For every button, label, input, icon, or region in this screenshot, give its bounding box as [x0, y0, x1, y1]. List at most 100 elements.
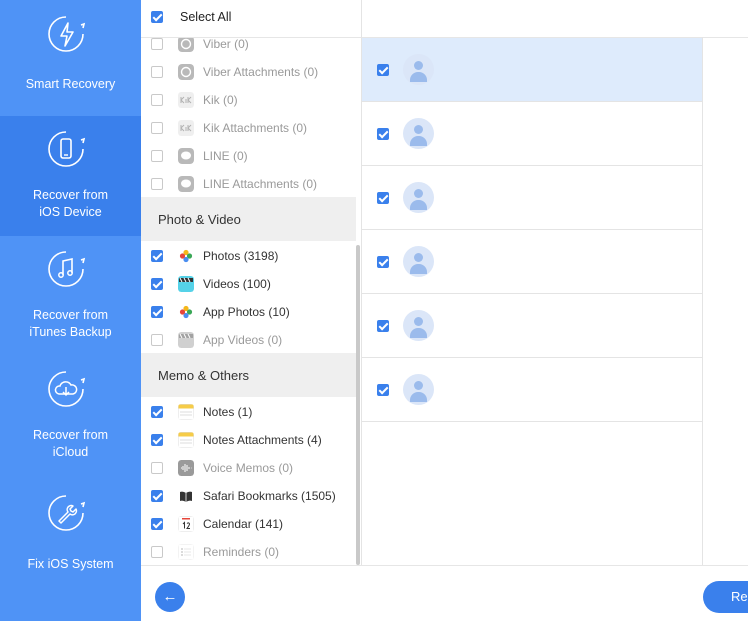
item-row[interactable] — [362, 230, 702, 294]
select-all-bar[interactable]: Select All — [141, 0, 361, 38]
reminders-icon — [178, 544, 194, 560]
viber-icon — [178, 36, 194, 52]
nav-smart-recovery[interactable]: Smart Recovery — [0, 0, 141, 116]
items-divider — [702, 37, 703, 565]
photos-icon — [178, 248, 194, 264]
section-title: Memo & Others — [158, 368, 250, 383]
section-title: Photo & Video — [158, 212, 241, 227]
category-videos[interactable]: Videos (100) — [141, 270, 357, 298]
checkbox[interactable] — [151, 306, 163, 318]
category-label: Videos (100) — [203, 277, 271, 291]
checkbox[interactable] — [151, 38, 163, 50]
category-label: Viber (0) — [203, 37, 249, 51]
checkbox[interactable] — [151, 462, 163, 474]
nav-recover-icloud[interactable]: Recover from iCloud — [0, 356, 141, 476]
category-kik-attachments[interactable]: Kik Attachments (0) — [141, 114, 357, 142]
sidebar: Smart Recovery Recover from iOS Device R… — [0, 0, 141, 621]
line-icon — [178, 176, 194, 192]
checkbox[interactable] — [151, 334, 163, 346]
checkbox[interactable] — [151, 518, 163, 530]
category-label: Notes (1) — [203, 405, 253, 419]
select-all-checkbox[interactable] — [151, 11, 163, 23]
back-button[interactable]: ← — [155, 582, 185, 612]
checkbox[interactable] — [151, 66, 163, 78]
category-calendar[interactable]: Calendar (141) — [141, 510, 357, 538]
category-notes[interactable]: Notes (1) — [141, 398, 357, 426]
checkbox[interactable] — [151, 250, 163, 262]
item-row[interactable] — [362, 294, 702, 358]
section-header-memo-others: Memo & Others — [141, 353, 356, 397]
item-checkbox[interactable] — [377, 320, 389, 332]
line-icon — [178, 148, 194, 164]
category-reminders[interactable]: Reminders (0) — [141, 538, 357, 565]
item-row[interactable] — [362, 358, 702, 422]
checkbox[interactable] — [151, 94, 163, 106]
kik-icon — [178, 120, 194, 136]
photos-icon — [178, 304, 194, 320]
calendar-icon — [178, 516, 194, 532]
contact-avatar-icon — [403, 54, 434, 85]
category-line-attachments[interactable]: LINE Attachments (0) — [141, 170, 357, 198]
category-scrollbar[interactable] — [356, 245, 360, 565]
nav-label-line1: Recover from — [32, 188, 109, 202]
category-voice-memos[interactable]: Voice Memos (0) — [141, 454, 357, 482]
category-line[interactable]: LINE (0) — [141, 142, 357, 170]
checkbox[interactable] — [151, 434, 163, 446]
recover-button[interactable]: Recover — [703, 581, 748, 613]
viber-icon — [178, 64, 194, 80]
items-header — [362, 0, 748, 38]
nav-recover-itunes-backup[interactable]: Recover from iTunes Backup — [0, 236, 141, 356]
category-label: Safari Bookmarks (1505) — [203, 489, 336, 503]
item-row[interactable] — [362, 102, 702, 166]
notes-icon — [178, 432, 194, 448]
nav-recover-ios-device[interactable]: Recover from iOS Device — [0, 116, 141, 236]
nav-label-line1: Recover from — [32, 308, 109, 322]
category-photos[interactable]: Photos (3198) — [141, 242, 357, 270]
videos-icon — [178, 276, 194, 292]
category-label: Viber Attachments (0) — [203, 65, 319, 79]
notes-icon — [178, 404, 194, 420]
category-app-videos[interactable]: App Videos (0) — [141, 326, 357, 354]
checkbox[interactable] — [151, 406, 163, 418]
category-label: LINE (0) — [203, 149, 248, 163]
checkbox[interactable] — [151, 150, 163, 162]
item-checkbox[interactable] — [377, 192, 389, 204]
item-checkbox[interactable] — [377, 384, 389, 396]
category-safari-bookmarks[interactable]: Safari Bookmarks (1505) — [141, 482, 357, 510]
item-checkbox[interactable] — [377, 256, 389, 268]
lightning-refresh-icon — [48, 16, 86, 52]
category-viber-attachments[interactable]: Viber Attachments (0) — [141, 58, 357, 86]
contact-avatar-icon — [403, 118, 434, 149]
item-checkbox[interactable] — [377, 64, 389, 76]
category-label: Kik Attachments (0) — [203, 121, 308, 135]
item-checkbox[interactable] — [377, 128, 389, 140]
kik-icon — [178, 92, 194, 108]
checkbox[interactable] — [151, 490, 163, 502]
item-row[interactable] — [362, 166, 702, 230]
contact-avatar-icon — [403, 246, 434, 277]
nav-fix-ios-system[interactable]: Fix iOS System — [0, 476, 141, 596]
checkbox[interactable] — [151, 546, 163, 558]
item-row[interactable] — [362, 38, 702, 102]
category-label: App Videos (0) — [203, 333, 283, 347]
category-notes-attachments[interactable]: Notes Attachments (4) — [141, 426, 357, 454]
category-label: Notes Attachments (4) — [203, 433, 322, 447]
nav-label-line2: iTunes Backup — [29, 325, 112, 339]
category-label: Voice Memos (0) — [203, 461, 294, 475]
footer-bar: ← Recover — [141, 565, 748, 622]
category-label: LINE Attachments (0) — [203, 177, 318, 191]
category-app-photos[interactable]: App Photos (10) — [141, 298, 357, 326]
contact-avatar-icon — [403, 374, 434, 405]
category-label: Reminders (0) — [203, 545, 280, 559]
checkbox[interactable] — [151, 122, 163, 134]
phone-refresh-icon — [48, 131, 86, 167]
music-refresh-icon — [48, 251, 86, 287]
checkbox[interactable] — [151, 178, 163, 190]
category-kik[interactable]: Kik (0) — [141, 86, 357, 114]
wrench-refresh-icon — [48, 495, 86, 531]
contact-avatar-icon — [403, 310, 434, 341]
bookmark-icon — [178, 488, 194, 504]
checkbox[interactable] — [151, 278, 163, 290]
nav-label-line1: Recover from — [32, 428, 109, 442]
nav-label-line2: iOS Device — [39, 205, 102, 219]
